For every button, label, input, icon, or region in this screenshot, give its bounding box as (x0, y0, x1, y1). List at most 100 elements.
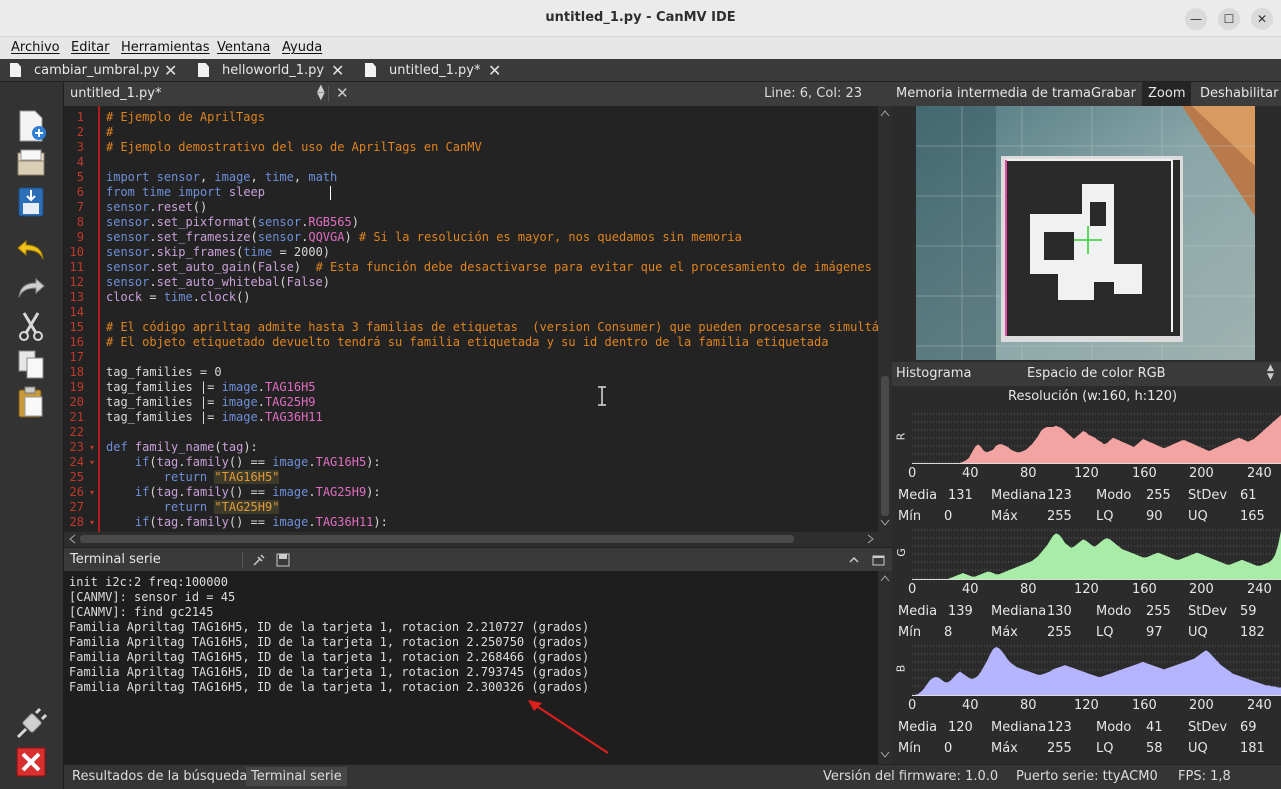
line-number: 4 (76, 155, 84, 169)
close-window-button[interactable]: ✕ (1251, 8, 1273, 30)
record-button[interactable]: Grabar (1091, 86, 1136, 101)
code-line: tag_families = 0 (106, 365, 222, 379)
menu-ventana[interactable]: Ventana (217, 40, 270, 55)
save-file-icon[interactable] (14, 185, 48, 219)
close-editor-icon[interactable]: ✕ (336, 84, 349, 102)
fold-marker-icon[interactable]: ▾ (90, 518, 94, 527)
x-tick-label: 160 (1132, 582, 1157, 597)
terminal-line: [CANMV]: sensor id = 45 (69, 590, 236, 604)
stop-icon[interactable] (14, 745, 48, 779)
histogram-plot (912, 413, 1281, 464)
cut-icon[interactable] (14, 309, 48, 343)
histogram-resolution: Resolución (w:160, h:120) (1008, 389, 1178, 404)
line-number: 12 (69, 275, 84, 289)
disable-button[interactable]: Deshabilitar (1200, 86, 1278, 101)
menu-editar[interactable]: Editar (71, 40, 110, 55)
x-tick-label: 200 (1189, 466, 1214, 481)
x-tick-label: 240 (1247, 466, 1272, 481)
code-line: tag_families |= image.TAG25H9 (106, 395, 316, 409)
colorspace-select[interactable]: Espacio de color RGB (1027, 366, 1166, 381)
code-line: # El objeto etiquetado devuelto tendrá s… (106, 335, 829, 349)
terminal-title: Terminal serie (70, 552, 161, 567)
menu-bar: Archivo Editar Herramientas Ventana Ayud… (0, 37, 1281, 59)
stat-value: 0 (944, 509, 953, 524)
code-line: tag_families |= image.TAG16H5 (106, 380, 316, 394)
maximize-button[interactable]: ☐ (1218, 8, 1240, 30)
stat-value: 97 (1146, 625, 1163, 640)
tab-serial-terminal[interactable]: Terminal serie (246, 767, 347, 786)
close-tab-icon[interactable]: ✕ (164, 61, 177, 80)
minimize-button[interactable]: — (1185, 8, 1207, 30)
histogram-area (912, 531, 1281, 579)
editor-file-name[interactable]: untitled_1.py* (70, 86, 162, 101)
text-caret (330, 186, 331, 200)
stat-value: 139 (948, 604, 973, 619)
histogram-title: Histograma (896, 366, 972, 381)
x-tick-label: 120 (1074, 698, 1099, 713)
code-line: def family_name(tag): (106, 440, 258, 454)
line-number: 21 (69, 410, 84, 424)
save-terminal-icon[interactable] (276, 553, 290, 567)
framebuffer-title: Memoria intermedia de trama (896, 86, 1091, 101)
fold-marker-icon[interactable]: ▾ (90, 488, 94, 497)
file-tab-helloworld[interactable]: helloworld_1.py ✕ (188, 59, 356, 82)
histogram-area (912, 647, 1281, 695)
code-line: # (106, 125, 114, 139)
terminal-scrollbar[interactable] (878, 571, 892, 764)
editor-vertical-scrollbar[interactable] (878, 106, 892, 532)
stat-value: 0 (944, 741, 953, 756)
menu-herramientas[interactable]: Herramientas (121, 40, 210, 55)
copy-icon[interactable] (14, 347, 48, 381)
stat-value: 255 (1146, 488, 1171, 503)
file-tab-cambiar-umbral[interactable]: cambiar_umbral.py ✕ (0, 59, 190, 82)
line-number: 3 (76, 140, 84, 154)
stat-value: 182 (1240, 625, 1265, 640)
tab-search-results[interactable]: Resultados de la búsqueda (72, 769, 247, 784)
file-tab-untitled[interactable]: untitled_1.py* ✕ (355, 59, 513, 82)
x-tick-label: 40 (962, 466, 979, 481)
file-selector-arrows-icon[interactable]: ▲ ▼ (317, 84, 325, 102)
undo-icon[interactable] (14, 233, 48, 267)
clear-terminal-icon[interactable] (252, 553, 266, 567)
line-number: 27 (69, 500, 84, 514)
stat-label: Media (898, 604, 938, 619)
code-editor[interactable]: 1 2 3 4 5 6 7 8 9 10 11 12 13 14 15 16 17 18 19 20 21 22 23 24 2… (64, 106, 878, 532)
serial-terminal[interactable]: init i2c:2 freq:100000 [CANMV]: sensor id… (64, 571, 878, 764)
terminal-line: Familia Apriltag TAG16H5, ID de la tarje… (69, 665, 590, 679)
channel-label: R (894, 432, 908, 441)
colorspace-arrows-icon[interactable]: ▲ ▼ (1267, 364, 1274, 382)
editor-horizontal-scrollbar[interactable] (64, 532, 892, 546)
stat-value: 255 (1047, 625, 1072, 640)
new-file-icon[interactable] (14, 109, 48, 143)
menu-ayuda[interactable]: Ayuda (282, 40, 322, 55)
stat-label: Máx (991, 625, 1018, 640)
stat-value: 120 (948, 720, 973, 735)
line-number: 19 (69, 380, 84, 394)
fps-readout: FPS: 1,8 (1178, 769, 1231, 784)
fold-marker-icon[interactable]: ▾ (90, 458, 94, 467)
stat-label: Modo (1096, 720, 1132, 735)
open-file-icon[interactable] (14, 147, 48, 181)
code-line: sensor.set_auto_whitebal(False) (106, 275, 331, 289)
fold-marker-icon[interactable]: ▾ (90, 443, 94, 452)
menu-archivo[interactable]: Archivo (11, 40, 60, 55)
framebuffer-view (892, 106, 1281, 360)
close-tab-icon[interactable]: ✕ (331, 61, 344, 80)
histogram-panel: Resolución (w:160, h:120) R 0 40 80 120 160 20… (892, 386, 1281, 764)
terminal-line: Familia Apriltag TAG16H5, ID de la tarje… (69, 635, 590, 649)
paste-icon[interactable] (14, 385, 48, 419)
stat-value: 255 (1047, 741, 1072, 756)
line-number: 28 (69, 515, 84, 529)
connect-icon[interactable] (14, 707, 48, 741)
close-tab-icon[interactable]: ✕ (488, 61, 501, 80)
x-tick-label: 0 (908, 582, 917, 597)
scrollbar-thumb[interactable] (80, 535, 794, 543)
redo-icon[interactable] (14, 271, 48, 305)
stat-label: LQ (1096, 741, 1114, 756)
stat-value: 181 (1240, 741, 1265, 756)
line-number: 10 (69, 245, 84, 259)
zoom-button[interactable]: Zoom (1142, 82, 1192, 106)
collapse-panel-icon[interactable] (848, 554, 860, 566)
restore-panel-icon[interactable] (872, 553, 886, 567)
line-number: 7 (76, 200, 84, 214)
